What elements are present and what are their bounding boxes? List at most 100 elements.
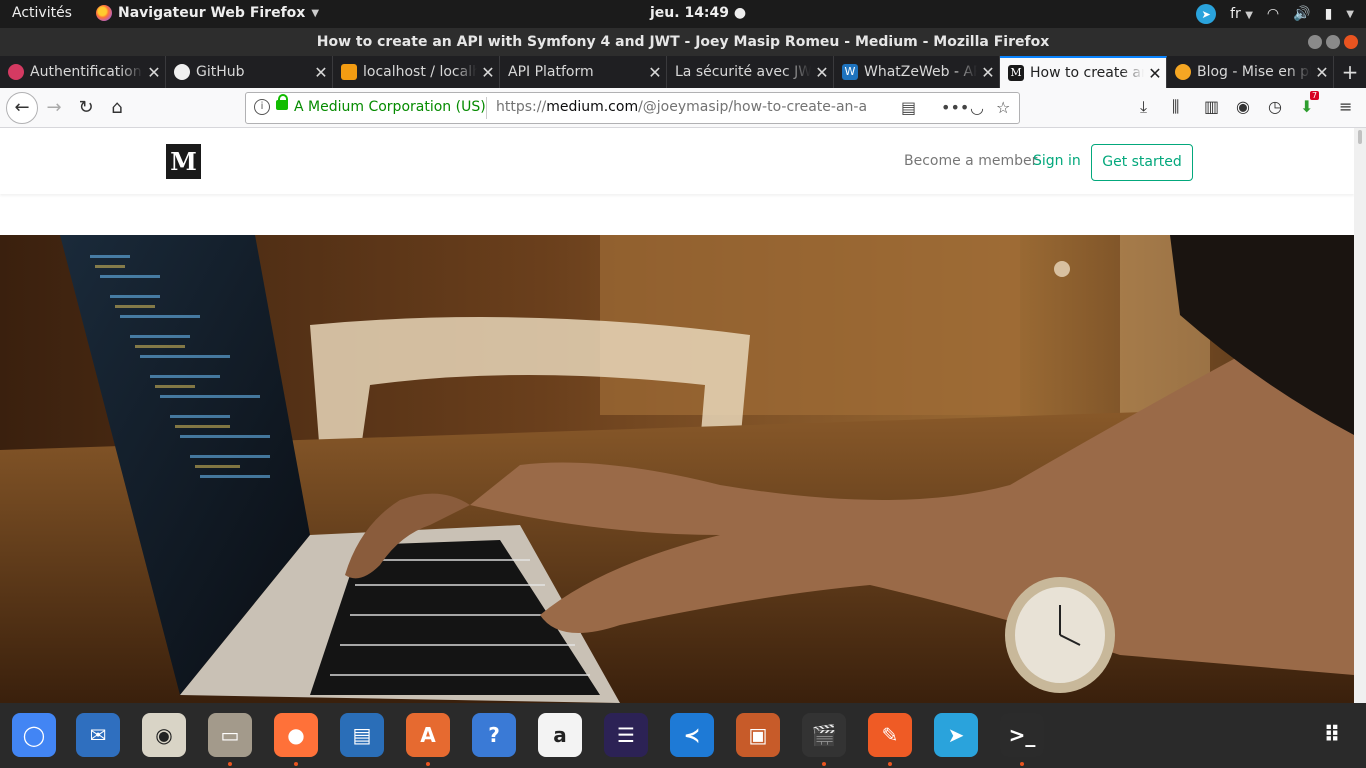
separator bbox=[486, 97, 487, 119]
language-label: fr bbox=[1230, 6, 1241, 22]
lock-icon[interactable] bbox=[276, 94, 288, 110]
window-title: How to create an API with Symfony 4 and … bbox=[316, 34, 1050, 50]
close-tab-icon[interactable]: ✕ bbox=[1311, 63, 1333, 82]
window-controls bbox=[1308, 35, 1358, 49]
sidebar-icon[interactable]: ▥ bbox=[1204, 97, 1219, 116]
running-indicator bbox=[294, 762, 298, 766]
tab-authentification[interactable]: Authentification ✕ bbox=[0, 56, 166, 88]
tab-medium-active[interactable]: M How to create an API ✕ bbox=[1000, 56, 1167, 88]
sign-in-link[interactable]: Sign in bbox=[1033, 153, 1081, 169]
close-tab-icon[interactable]: ✕ bbox=[977, 63, 999, 82]
url-domain: medium.com bbox=[546, 99, 639, 115]
tab-whatzeweb[interactable]: W WhatZeWeb - API ✕ bbox=[834, 56, 1000, 88]
running-indicator bbox=[822, 762, 826, 766]
amazon-icon[interactable]: a bbox=[538, 713, 582, 757]
files-icon[interactable]: ▭ bbox=[208, 713, 252, 757]
running-indicator bbox=[1020, 762, 1024, 766]
site-info-icon[interactable]: i bbox=[254, 99, 270, 115]
hero-photo-laptop-typing bbox=[0, 235, 1354, 703]
battery-icon[interactable]: ▮ bbox=[1325, 6, 1333, 22]
system-menu-chevron-icon[interactable]: ▼ bbox=[1346, 9, 1354, 20]
maximize-button[interactable] bbox=[1326, 35, 1340, 49]
volume-icon[interactable]: 🔊 bbox=[1293, 6, 1310, 22]
tab-title: API Platform bbox=[508, 64, 594, 80]
openshot-icon[interactable]: 🎬 bbox=[802, 713, 846, 757]
forward-button[interactable]: → bbox=[42, 96, 66, 120]
home-button[interactable]: ⌂ bbox=[105, 96, 129, 120]
tab-strip: Authentification ✕ GitHub ✕ localhost / … bbox=[0, 56, 1366, 88]
tab-title: Blog - Mise en place bbox=[1197, 64, 1311, 80]
firefox-icon bbox=[96, 5, 112, 21]
site-identity[interactable]: A Medium Corporation (US) bbox=[294, 99, 486, 115]
back-button[interactable]: ← bbox=[6, 92, 38, 124]
tab-api-platform[interactable]: API Platform ✕ bbox=[500, 56, 667, 88]
system-tray: ➤ fr ▼ ◠ 🔊 ▮ ▼ bbox=[1196, 4, 1354, 24]
tab-securite-jwt[interactable]: La sécurité avec JWT ✕ bbox=[667, 56, 834, 88]
close-tab-icon[interactable]: ✕ bbox=[143, 63, 165, 82]
telegram-icon[interactable]: ➤ bbox=[934, 713, 978, 757]
url-text[interactable]: https://medium.com/@joeymasip/how-to-cre… bbox=[496, 99, 866, 115]
rhythmbox-icon[interactable]: ◉ bbox=[142, 713, 186, 757]
libreoffice-writer-icon[interactable]: ▤ bbox=[340, 713, 384, 757]
medium-header: M Become a member Sign in Get started bbox=[0, 128, 1354, 194]
firefox-icon[interactable]: ● bbox=[274, 713, 318, 757]
page-actions-icon[interactable]: ••• bbox=[941, 98, 969, 117]
pocket-icon[interactable]: ◡ bbox=[970, 98, 984, 117]
bookmark-star-icon[interactable]: ☆ bbox=[996, 98, 1010, 117]
close-window-button[interactable] bbox=[1344, 35, 1358, 49]
tab-blog[interactable]: Blog - Mise en place ✕ bbox=[1167, 56, 1334, 88]
eclipse-icon[interactable]: ☰ bbox=[604, 713, 648, 757]
close-tab-icon[interactable]: ✕ bbox=[477, 63, 499, 82]
chromium-icon[interactable]: ◯ bbox=[12, 713, 56, 757]
close-tab-icon[interactable]: ✕ bbox=[644, 63, 666, 82]
clock[interactable]: jeu. 14:49 ● bbox=[650, 5, 746, 21]
hamburger-menu-icon[interactable]: ≡ bbox=[1339, 97, 1352, 116]
libreoffice-impress-icon[interactable]: ▣ bbox=[736, 713, 780, 757]
become-member-link[interactable]: Become a member bbox=[904, 153, 1037, 169]
medium-logo[interactable]: M bbox=[166, 144, 201, 179]
page-scrollbar[interactable] bbox=[1354, 128, 1366, 703]
thunderbird-icon[interactable]: ✉ bbox=[76, 713, 120, 757]
language-indicator[interactable]: fr ▼ bbox=[1230, 6, 1253, 22]
telegram-tray-icon[interactable]: ➤ bbox=[1196, 4, 1217, 24]
close-tab-icon[interactable]: ✕ bbox=[310, 63, 332, 82]
scrollbar-thumb[interactable] bbox=[1358, 130, 1362, 144]
help-icon[interactable]: ? bbox=[472, 713, 516, 757]
reader-view-icon[interactable]: ▤ bbox=[901, 98, 916, 117]
downloads-icon[interactable]: ⤓ bbox=[1140, 97, 1147, 117]
chevron-down-icon: ▼ bbox=[311, 7, 320, 19]
close-tab-icon[interactable]: ✕ bbox=[1144, 64, 1166, 83]
close-tab-icon[interactable]: ✕ bbox=[811, 63, 833, 82]
navigation-toolbar: ← → ↻ ⌂ i A Medium Corporation (US) http… bbox=[0, 88, 1366, 128]
tab-github[interactable]: GitHub ✕ bbox=[166, 56, 333, 88]
ubuntu-software-icon[interactable]: A bbox=[406, 713, 450, 757]
url-bar[interactable]: i A Medium Corporation (US) https://medi… bbox=[245, 92, 1020, 124]
minimize-button[interactable] bbox=[1308, 35, 1322, 49]
show-applications-icon[interactable]: ⠿ bbox=[1310, 713, 1354, 757]
tab-title: La sécurité avec JWT bbox=[675, 64, 811, 80]
ubuntu-dock: ◯ ✉ ◉ ▭ ● ▤ A? a ☰ ≺ ▣ 🎬 ✎ ➤ >_ ⠿ bbox=[0, 703, 1366, 768]
activities-button[interactable]: Activités bbox=[12, 5, 72, 21]
hero-image bbox=[0, 235, 1354, 703]
postman-icon[interactable]: ✎ bbox=[868, 713, 912, 757]
download-badge: 7 bbox=[1310, 91, 1320, 100]
app-menu-label: Navigateur Web Firefox bbox=[118, 5, 306, 21]
url-path: /@joeymasip/how-to-create-an-api bbox=[638, 99, 866, 115]
tab-title: GitHub bbox=[196, 64, 245, 80]
gnome-top-bar: Activités Navigateur Web Firefox ▼ jeu. … bbox=[0, 0, 1366, 28]
wifi-icon[interactable]: ◠ bbox=[1267, 6, 1279, 22]
download-extension-icon[interactable]: ⬇ 7 bbox=[1300, 91, 1320, 116]
url-scheme: https:// bbox=[496, 99, 547, 115]
new-tab-button[interactable]: + bbox=[1334, 56, 1366, 88]
library-icon[interactable]: ⫼ bbox=[1172, 97, 1179, 117]
tab-localhost[interactable]: localhost / localhost ✕ bbox=[333, 56, 500, 88]
reload-button[interactable]: ↻ bbox=[74, 96, 98, 120]
get-started-button[interactable]: Get started bbox=[1091, 144, 1193, 181]
vscode-icon[interactable]: ≺ bbox=[670, 713, 714, 757]
app-menu[interactable]: Navigateur Web Firefox ▼ bbox=[96, 5, 319, 21]
page-content: M Become a member Sign in Get started bbox=[0, 128, 1354, 703]
account-icon[interactable]: ◉ bbox=[1236, 97, 1250, 116]
terminal-icon[interactable]: >_ bbox=[1000, 713, 1044, 757]
chevron-down-icon: ▼ bbox=[1245, 10, 1253, 21]
history-icon[interactable]: ◷ bbox=[1268, 97, 1282, 116]
